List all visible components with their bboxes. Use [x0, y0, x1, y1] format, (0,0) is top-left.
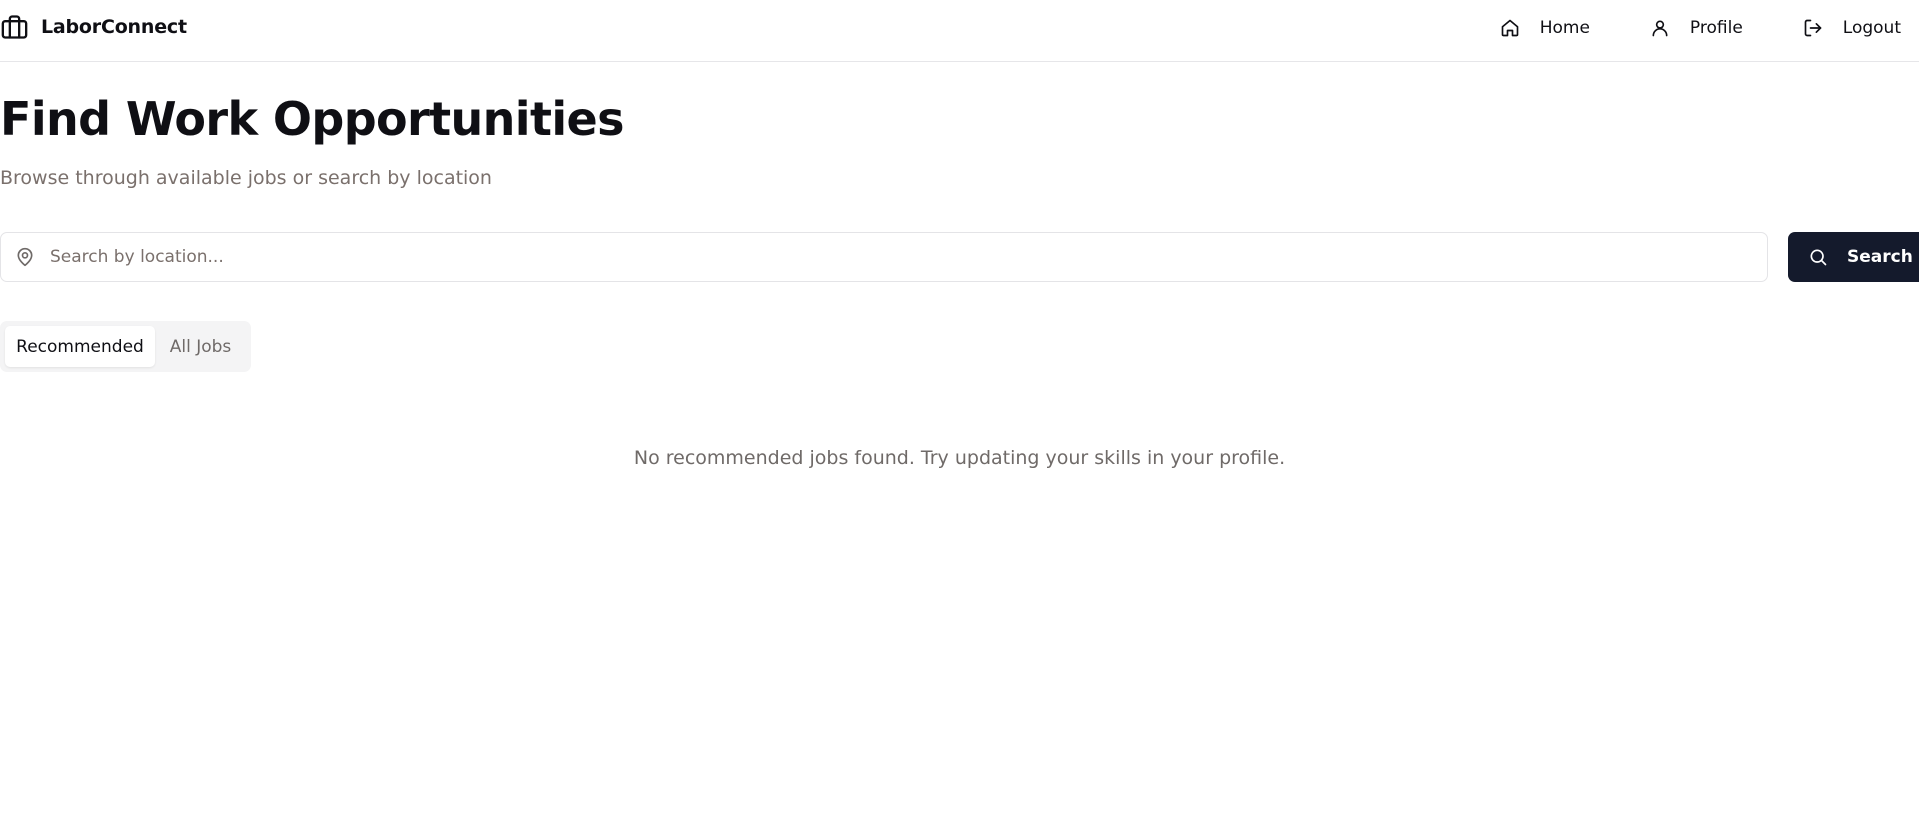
search-button-label: Search	[1847, 247, 1913, 267]
nav-profile-label: Profile	[1689, 18, 1743, 38]
job-tabs: Recommended All Jobs	[0, 321, 251, 372]
briefcase-icon	[1, 15, 28, 39]
top-navigation-bar: LaborConnect Home Profile Logout	[0, 0, 1919, 62]
nav-profile-link[interactable]: Profile	[1650, 18, 1743, 38]
page-title: Find Work Opportunities	[0, 92, 625, 146]
tab-all-jobs[interactable]: All Jobs	[155, 326, 246, 367]
nav-home-label: Home	[1539, 18, 1590, 38]
brand-name: LaborConnect	[41, 16, 187, 38]
user-icon	[1652, 20, 1668, 37]
main-nav: Home Profile Logout	[1500, 14, 1901, 42]
nav-home-link[interactable]: Home	[1500, 18, 1590, 38]
home-icon	[1501, 19, 1519, 37]
tab-recommended[interactable]: Recommended	[5, 326, 155, 367]
location-search-box	[0, 232, 1768, 282]
logout-icon	[1804, 19, 1822, 37]
search-button[interactable]: Search	[1788, 232, 1919, 282]
map-pin-icon	[17, 247, 33, 267]
empty-results-message: No recommended jobs found. Try updating …	[633, 447, 1286, 469]
nav-logout-label: Logout	[1842, 18, 1901, 38]
nav-logout-link[interactable]: Logout	[1803, 18, 1901, 38]
page-subtitle: Browse through available jobs or search …	[0, 167, 492, 189]
search-icon	[1810, 249, 1827, 266]
brand-logo-link[interactable]: LaborConnect	[0, 13, 187, 41]
location-search-input[interactable]	[50, 233, 1750, 281]
